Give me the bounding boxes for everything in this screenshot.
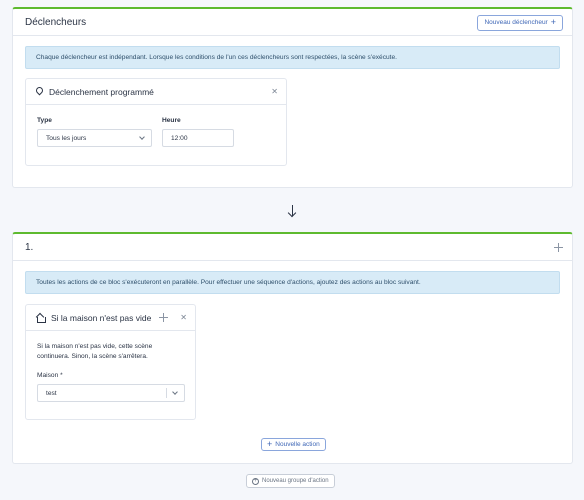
triggers-header: Déclencheurs Nouveau déclencheur + <box>13 9 572 36</box>
condition-header: Si la maison n'est pas vide ✕ <box>26 305 195 331</box>
type-select-value: Tous les jours <box>46 134 87 142</box>
new-group-button[interactable]: + Nouveau groupe d'action <box>246 474 335 488</box>
home-icon <box>36 314 46 323</box>
drag-icon[interactable] <box>159 313 169 322</box>
condition-title: Si la maison n'est pas vide <box>51 312 152 323</box>
action-group-header: 1. <box>13 234 572 261</box>
new-trigger-button[interactable]: Nouveau déclencheur + <box>477 14 563 31</box>
triggers-title: Déclencheurs <box>25 16 87 28</box>
plus-circle-icon: + <box>252 477 259 485</box>
triggers-card: Déclencheurs Nouveau déclencheur + Chaqu… <box>12 7 573 188</box>
new-action-button[interactable]: + Nouvelle action <box>261 438 326 451</box>
hour-input[interactable]: 12:00 <box>162 129 234 147</box>
action-group-info-text: Toutes les actions de ce bloc s'exécuter… <box>36 279 421 286</box>
action-group-card: 1. Toutes les actions de ce bloc s'exécu… <box>12 232 573 464</box>
hour-input-value: 12:00 <box>171 134 188 142</box>
new-group-label: Nouveau groupe d'action <box>262 478 329 484</box>
scheduled-trigger-card: Déclenchement programmé ✕ Type Tous les … <box>25 78 287 166</box>
plus-icon: + <box>267 439 273 449</box>
pin-icon <box>36 87 43 96</box>
hour-label: Heure <box>162 117 181 124</box>
close-icon[interactable]: ✕ <box>271 87 278 96</box>
condition-card: Si la maison n'est pas vide ✕ Si la mais… <box>25 304 196 420</box>
action-group-title: 1. <box>25 241 34 253</box>
house-select-value: test <box>46 389 57 397</box>
house-label: Maison * <box>37 372 63 379</box>
new-trigger-label: Nouveau déclencheur <box>484 19 548 26</box>
triggers-info: Chaque déclencheur est indépendant. Lors… <box>25 46 560 69</box>
house-select[interactable]: test <box>37 384 185 402</box>
close-icon[interactable]: ✕ <box>180 313 187 322</box>
type-select[interactable]: Tous les jours <box>37 129 152 147</box>
chevron-down-icon <box>139 134 145 140</box>
type-label: Type <box>37 117 52 124</box>
action-group-info: Toutes les actions de ce bloc s'exécuter… <box>25 271 560 294</box>
triggers-info-text: Chaque déclencheur est indépendant. Lors… <box>36 54 398 61</box>
drag-icon[interactable] <box>554 242 563 252</box>
scheduled-trigger-header: Déclenchement programmé ✕ <box>26 79 286 105</box>
scheduled-trigger-title: Déclenchement programmé <box>49 86 154 97</box>
condition-description: Si la maison n'est pas vide, cette scène… <box>37 343 153 360</box>
plus-icon: + <box>550 17 556 27</box>
select-divider <box>166 388 167 398</box>
new-action-label: Nouvelle action <box>275 441 320 448</box>
arrow-down-icon <box>292 205 293 216</box>
chevron-down-icon <box>172 389 178 395</box>
